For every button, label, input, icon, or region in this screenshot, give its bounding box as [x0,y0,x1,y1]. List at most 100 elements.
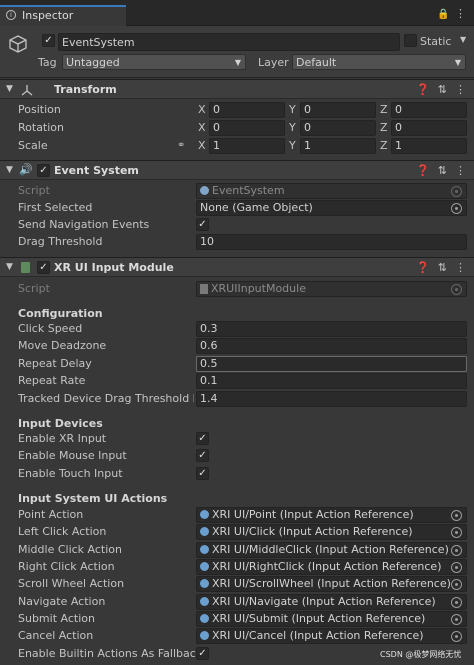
enable-xr-input-checkbox[interactable]: ✓ [196,432,209,445]
rotation-x-field[interactable]: 0 [209,119,285,136]
component-enabled-toggle[interactable]: ✓ [37,261,50,274]
middle-click-action-row: Middle Click Action XRI UI/MiddleClick (… [0,541,474,558]
transform-header[interactable]: ▼ Transform ❓ ⇅ ⋮ [0,79,474,99]
submit-action-field[interactable]: XRI UI/Submit (Input Action Reference) [196,610,467,627]
point-action-field[interactable]: XRI UI/Point (Input Action Reference) [196,506,467,523]
object-picker-icon[interactable] [451,630,462,642]
tab-bar: i Inspector 🔒 ⋮ [0,0,474,26]
enable-touch-input-checkbox[interactable]: ✓ [196,467,209,480]
tag-dropdown[interactable]: Untagged ▼ [62,54,246,70]
enable-mouse-input-checkbox[interactable]: ✓ [196,449,209,462]
more-menu-icon[interactable]: ⋮ [455,7,466,20]
transform-position-row: Position X 0 Y 0 Z 0 [0,101,474,118]
middle-click-action-field[interactable]: XRI UI/MiddleClick (Input Action Referen… [196,541,467,558]
tab-inspector[interactable]: i Inspector [0,5,126,26]
watermark: CSDN @极梦网络无忧 [380,650,462,659]
foldout-arrow-icon[interactable]: ▼ [6,84,13,94]
foldout-arrow-icon[interactable]: ▼ [6,165,13,175]
context-menu-icon[interactable]: ⋮ [455,261,466,274]
enable-touch-input-row: Enable Touch Input ✓ [0,465,474,482]
presets-icon[interactable]: ⇅ [438,164,447,177]
lock-icon[interactable]: 🔒 [437,9,449,20]
static-toggle[interactable] [404,34,417,47]
foldout-arrow-icon[interactable]: ▼ [6,262,13,272]
static-dropdown-icon[interactable]: ▼ [460,35,466,44]
input-action-icon [200,597,209,606]
submit-action-row: Submit Action XRI UI/Submit (Input Actio… [0,610,474,627]
help-icon[interactable]: ❓ [416,164,430,177]
first-selected-field[interactable]: None (Game Object) [196,199,467,216]
object-picker-icon[interactable] [451,526,462,538]
object-picker-icon[interactable] [451,561,462,573]
drag-threshold-row: Drag Threshold 10 [0,233,474,250]
script-file-icon [200,283,208,294]
rotation-y-field[interactable]: 0 [300,119,376,136]
object-picker-icon[interactable] [451,578,462,590]
move-deadzone-field[interactable]: 0.6 [196,337,467,354]
position-y-field[interactable]: 0 [300,101,376,118]
tracked-drag-threshold-field[interactable]: 1.4 [196,390,467,407]
layer-label: Layer [258,56,289,69]
scale-y-field[interactable]: 1 [300,137,376,154]
context-menu-icon[interactable]: ⋮ [455,83,466,96]
help-icon[interactable]: ❓ [416,261,430,274]
transform-rotation-row: Rotation X 0 Y 0 Z 0 [0,119,474,136]
layer-dropdown[interactable]: Default ▼ [292,54,466,70]
repeat-rate-field[interactable]: 0.1 [196,372,467,389]
input-devices-heading: Input Devices [18,417,103,430]
event-system-icon: 🔊 [19,163,33,176]
scroll-wheel-action-field[interactable]: XRI UI/ScrollWheel (Input Action Referen… [196,575,467,592]
object-name-input[interactable]: EventSystem [58,33,400,51]
help-icon[interactable]: ❓ [416,83,430,96]
input-system-actions-heading: Input System UI Actions [18,492,168,505]
object-picker-icon[interactable] [451,596,462,608]
xr-module-header[interactable]: ▼ ✓ XR UI Input Module ❓ ⇅ ⋮ [0,257,474,277]
chevron-down-icon: ▼ [234,57,241,67]
navigate-action-field[interactable]: XRI UI/Navigate (Input Action Reference) [196,593,467,610]
transform-title: Transform [54,83,117,96]
position-z-field[interactable]: 0 [391,101,467,118]
csharp-script-icon [21,262,30,273]
chevron-down-icon: ▼ [454,57,461,67]
left-click-action-row: Left Click Action XRI UI/Click (Input Ac… [0,523,474,540]
event-system-title: Event System [54,164,139,177]
rotation-z-field[interactable]: 0 [391,119,467,136]
component-enabled-toggle[interactable]: ✓ [37,164,50,177]
send-navigation-row: Send Navigation Events ✓ [0,216,474,233]
input-action-icon [200,614,209,623]
drag-threshold-field[interactable]: 10 [196,233,467,250]
input-action-icon [200,545,209,554]
object-header: ✓ EventSystem Static ▼ Tag Untagged ▼ La… [0,26,474,78]
enable-xr-input-row: Enable XR Input ✓ [0,430,474,447]
object-picker-icon[interactable] [451,544,462,556]
scale-z-field[interactable]: 1 [391,137,467,154]
object-picker-icon[interactable] [451,613,462,625]
constrain-proportions-icon[interactable]: ⚭ [177,140,185,151]
click-speed-field[interactable]: 0.3 [196,320,467,337]
navigate-action-row: Navigate Action XRI UI/Navigate (Input A… [0,593,474,610]
cancel-action-field[interactable]: XRI UI/Cancel (Input Action Reference) [196,627,467,644]
configuration-heading: Configuration [18,307,103,320]
cancel-action-row: Cancel Action XRI UI/Cancel (Input Actio… [0,627,474,644]
scale-x-field[interactable]: 1 [209,137,285,154]
object-picker-icon [451,185,462,197]
object-picker-icon[interactable] [451,509,462,521]
repeat-delay-row: Repeat Delay 0.5 [0,355,474,372]
active-toggle[interactable]: ✓ [42,34,55,47]
static-label: Static [420,35,452,48]
presets-icon[interactable]: ⇅ [438,83,447,96]
tracked-drag-threshold-row: Tracked Device Drag Threshold M 1.4 [0,390,474,407]
position-x-field[interactable]: 0 [209,101,285,118]
left-click-action-field[interactable]: XRI UI/Click (Input Action Reference) [196,523,467,540]
object-picker-icon[interactable] [451,202,462,214]
right-click-action-field[interactable]: XRI UI/RightClick (Input Action Referenc… [196,558,467,575]
scroll-wheel-action-row: Scroll Wheel Action XRI UI/ScrollWheel (… [0,575,474,592]
context-menu-icon[interactable]: ⋮ [455,164,466,177]
transform-scale-row: Scale ⚭ X 1 Y 1 Z 1 [0,137,474,154]
presets-icon[interactable]: ⇅ [438,261,447,274]
builtin-fallback-checkbox[interactable]: ✓ [196,647,209,660]
event-system-header[interactable]: ▼ 🔊 ✓ Event System ❓ ⇅ ⋮ [0,160,474,180]
repeat-delay-field[interactable]: 0.5 [196,355,467,372]
send-navigation-checkbox[interactable]: ✓ [196,218,209,231]
click-speed-row: Click Speed 0.3 [0,320,474,337]
